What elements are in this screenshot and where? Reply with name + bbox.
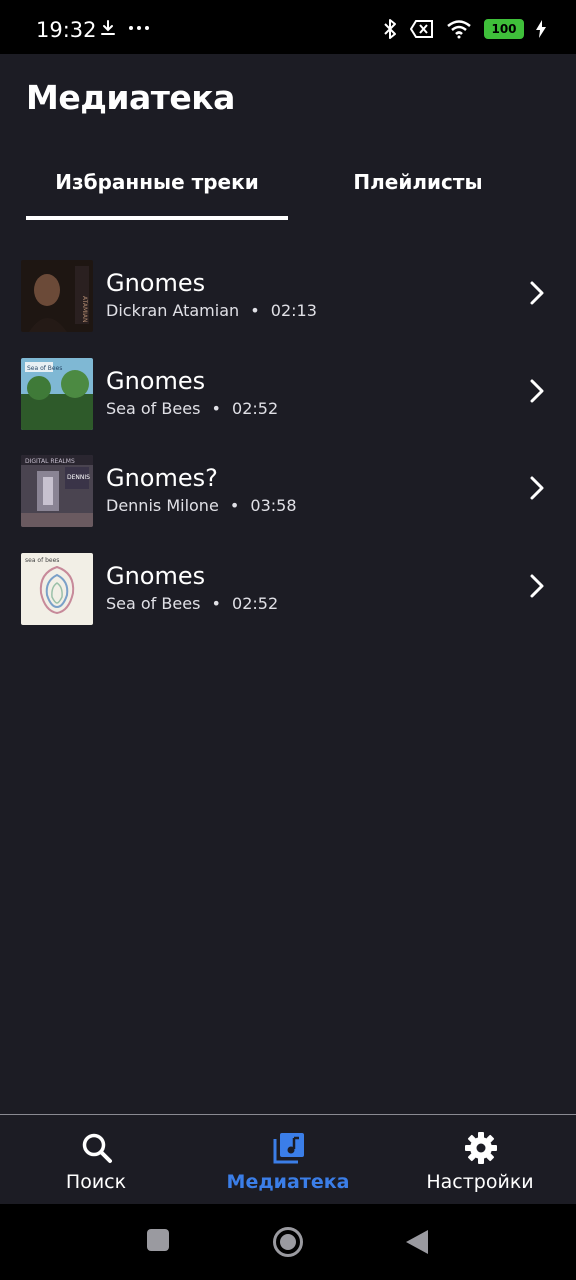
nav-library[interactable]: Медиатека [192, 1115, 384, 1205]
track-meta: Dickran Atamian • 02:13 [106, 301, 317, 320]
track-meta: Sea of Bees • 02:52 [106, 594, 278, 613]
recents-button[interactable] [146, 1228, 170, 1252]
system-navigation-bar [0, 1204, 576, 1280]
bottom-navigation: Поиск Медиатека Настройки [0, 1114, 576, 1205]
track-duration: 02:13 [270, 301, 317, 320]
back-button[interactable] [404, 1228, 430, 1256]
chevron-right-icon[interactable] [528, 378, 546, 404]
track-row[interactable]: DIGITAL REALMS DENNIS Gnomes? Dennis Mil… [0, 445, 576, 543]
track-meta: Sea of Bees • 02:52 [106, 399, 278, 418]
tab-favorite-tracks[interactable]: Избранные треки [26, 170, 288, 194]
chevron-right-icon[interactable] [528, 573, 546, 599]
meta-separator: • [250, 301, 260, 320]
track-list: ATAMIAN Gnomes Dickran Atamian • 02:13 S… [0, 250, 576, 640]
nav-search[interactable]: Поиск [0, 1115, 192, 1205]
svg-text:ATAMIAN: ATAMIAN [81, 296, 88, 322]
music-library-icon [273, 1133, 304, 1164]
track-artist: Dennis Milone [106, 496, 219, 515]
tab-bar: Избранные треки Плейлисты [0, 150, 576, 222]
album-cover: sea of bees [21, 552, 93, 625]
svg-text:DENNIS: DENNIS [67, 474, 90, 481]
status-bar: 19:32 100 [0, 0, 576, 54]
track-duration: 03:58 [250, 496, 297, 515]
chevron-right-icon[interactable] [528, 280, 546, 306]
track-row[interactable]: Sea of Bees Gnomes Sea of Bees • 02:52 [0, 348, 576, 446]
battery-indicator: 100 [484, 19, 524, 39]
track-artist: Sea of Bees [106, 593, 201, 613]
no-sim-icon [410, 20, 433, 38]
charging-icon [536, 20, 546, 38]
track-duration: 02:52 [232, 398, 279, 418]
meta-separator: • [211, 593, 221, 613]
more-dots-icon [129, 26, 149, 30]
bluetooth-icon [384, 19, 396, 39]
svg-text:sea of bees: sea of bees [25, 557, 59, 564]
svg-text:DIGITAL REALMS: DIGITAL REALMS [25, 458, 75, 465]
album-cover: ATAMIAN [21, 260, 93, 332]
active-tab-indicator [26, 216, 288, 220]
home-button[interactable] [272, 1226, 304, 1258]
track-title: Gnomes [106, 269, 206, 297]
page-title: Медиатека [26, 78, 235, 117]
search-icon [82, 1133, 112, 1163]
nav-settings-label: Настройки [426, 1171, 534, 1193]
track-row[interactable]: sea of bees Gnomes Sea of Bees • 02:52 [0, 543, 576, 641]
album-cover: DIGITAL REALMS DENNIS [21, 455, 93, 527]
track-row[interactable]: ATAMIAN Gnomes Dickran Atamian • 02:13 [0, 250, 576, 348]
track-title: Gnomes? [106, 464, 218, 492]
track-title: Gnomes [106, 366, 206, 395]
gear-icon [465, 1132, 497, 1164]
nav-library-label: Медиатека [226, 1171, 350, 1193]
download-icon [101, 20, 115, 35]
status-time: 19:32 [36, 18, 97, 42]
meta-separator: • [211, 398, 221, 418]
meta-separator: • [229, 496, 240, 515]
track-artist: Sea of Bees [106, 398, 201, 418]
nav-settings[interactable]: Настройки [384, 1115, 576, 1205]
svg-text:Sea of Bees: Sea of Bees [27, 365, 62, 372]
chevron-right-icon[interactable] [528, 475, 546, 501]
status-left-icons [98, 18, 150, 38]
tab-playlists[interactable]: Плейлисты [318, 170, 518, 194]
nav-search-label: Поиск [65, 1171, 127, 1193]
track-duration: 02:52 [232, 593, 279, 613]
wifi-icon [447, 20, 471, 39]
status-right-icons: 100 [382, 18, 546, 40]
track-title: Gnomes [106, 561, 206, 590]
album-cover: Sea of Bees [21, 357, 93, 430]
track-meta: Dennis Milone • 03:58 [106, 496, 297, 515]
track-artist: Dickran Atamian [106, 301, 240, 320]
